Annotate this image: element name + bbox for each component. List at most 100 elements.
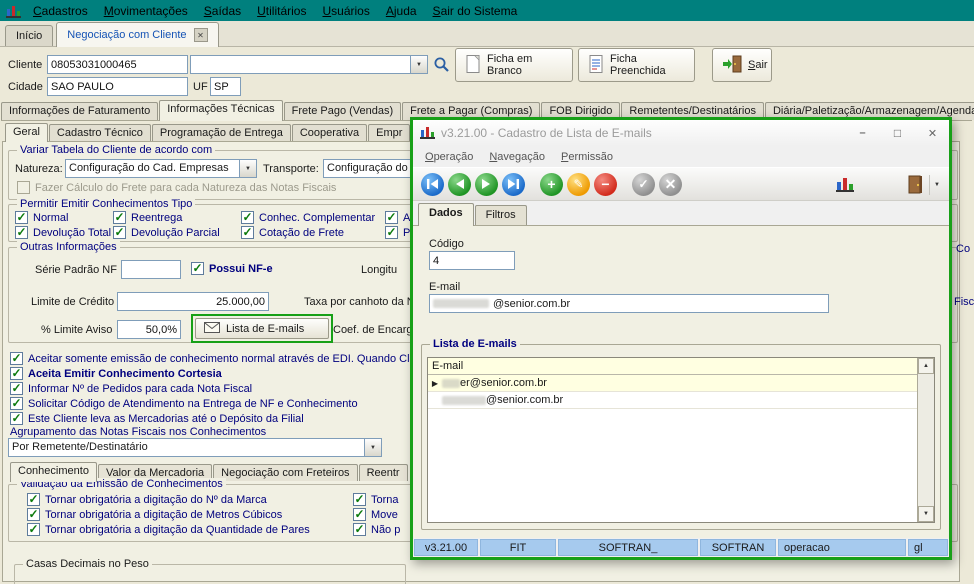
- post-record-icon[interactable]: [632, 173, 655, 196]
- tab-geral[interactable]: Geral: [5, 123, 48, 142]
- ficha-em-branco-button[interactable]: Ficha em Branco: [455, 48, 573, 82]
- serie-padrao-input[interactable]: [121, 260, 181, 279]
- ficha-em-branco-label: Ficha em Branco: [487, 53, 563, 77]
- checkbox-normal[interactable]: Normal: [15, 211, 68, 224]
- menu-navegacao[interactable]: Navegação: [481, 149, 553, 165]
- email-input[interactable]: @senior.com.br: [429, 294, 829, 313]
- envelope-icon: [204, 322, 220, 336]
- tab-negociacao-cliente[interactable]: Negociação com Cliente: [56, 22, 218, 47]
- grid-row[interactable]: @senior.com.br: [428, 392, 917, 409]
- checkbox-devolucao-total[interactable]: Devolução Total: [15, 226, 111, 239]
- tab-negociacao-freteiros[interactable]: Negociação com Freteiros: [213, 464, 357, 481]
- ficha-preenchida-button[interactable]: Ficha Preenchida: [578, 48, 695, 82]
- tab-frete-pago[interactable]: Frete Pago (Vendas): [284, 102, 402, 120]
- menu-utilitarios[interactable]: Utilitários: [249, 1, 314, 21]
- menu-ajuda[interactable]: Ajuda: [378, 1, 425, 21]
- app-logo-icon: [3, 2, 23, 20]
- tab-programacao-entrega[interactable]: Programação de Entrega: [152, 124, 291, 141]
- search-icon[interactable]: [433, 56, 450, 76]
- nav-prior-icon[interactable]: [448, 173, 471, 196]
- tab-conhecimento[interactable]: Conhecimento: [10, 462, 97, 482]
- tab-cooperativa[interactable]: Cooperativa: [292, 124, 367, 141]
- close-tab-icon[interactable]: [194, 28, 208, 42]
- app-menubar: Cadastros Movimentações Saídas Utilitári…: [0, 0, 974, 21]
- menu-operacao[interactable]: Operação: [417, 149, 481, 165]
- checkbox-torna-fragment[interactable]: Torna: [353, 493, 399, 506]
- menu-movimentacoes[interactable]: Movimentações: [96, 1, 196, 21]
- exit-door-icon[interactable]: [907, 175, 923, 197]
- chart-icon[interactable]: [836, 176, 854, 195]
- close-icon[interactable]: [918, 122, 947, 144]
- checkbox-codigo-atendimento[interactable]: Solicitar Código de Atendimento na Entre…: [10, 397, 358, 410]
- checkbox-num-marca[interactable]: Tornar obrigatória a digitação do Nº da …: [27, 493, 267, 506]
- checkbox-label: Conhec. Complementar: [259, 212, 375, 224]
- checkbox-metros-cubicos[interactable]: Tornar obrigatória a digitação de Metros…: [27, 508, 282, 521]
- chevron-down-icon[interactable]: [239, 160, 256, 177]
- checkbox-box: [113, 226, 126, 239]
- checkbox-reentrega[interactable]: Reentrega: [113, 211, 182, 224]
- checkbox-conhec-complementar[interactable]: Conhec. Complementar: [241, 211, 375, 224]
- uf-input[interactable]: [210, 77, 241, 96]
- minimize-icon[interactable]: [848, 122, 877, 144]
- checkbox-devolucao-parcial[interactable]: Devolução Parcial: [113, 226, 220, 239]
- grid-row[interactable]: er@senior.com.br: [428, 375, 917, 392]
- grid-header-email[interactable]: E-mail: [428, 358, 917, 375]
- chevron-down-icon[interactable]: [410, 56, 427, 73]
- checkbox-nao-p-fragment[interactable]: Não p: [353, 523, 400, 536]
- checkbox-move-fragment[interactable]: Move: [353, 508, 398, 521]
- nav-next-icon[interactable]: [475, 173, 498, 196]
- checkbox-cotacao-frete[interactable]: Cotação de Frete: [241, 226, 344, 239]
- tab-dados[interactable]: Dados: [418, 203, 474, 226]
- dialog-titlebar[interactable]: v3.21.00 - Cadastro de Lista de E-mails: [413, 120, 949, 146]
- checkbox-frete-natureza[interactable]: Fazer Cálculo do Frete para cada Naturez…: [17, 181, 336, 194]
- checkbox-num-pedidos[interactable]: Informar Nº de Pedidos para cada Nota Fi…: [10, 382, 252, 395]
- tab-cadastro-tecnico[interactable]: Cadastro Técnico: [49, 124, 151, 141]
- tab-informacoes-faturamento[interactable]: Informações de Faturamento: [1, 102, 158, 120]
- natureza-combo[interactable]: Configuração do Cad. Empresas: [65, 159, 257, 178]
- checkbox-label: Torna: [371, 494, 399, 506]
- ficha-preenchida-label: Ficha Preenchida: [610, 53, 685, 77]
- nav-last-icon[interactable]: [502, 173, 525, 196]
- menu-cadastros[interactable]: Cadastros: [25, 1, 96, 21]
- tab-filtros[interactable]: Filtros: [475, 205, 527, 225]
- scroll-down-icon[interactable]: [918, 506, 934, 522]
- delete-record-icon[interactable]: [594, 173, 617, 196]
- checkbox-edi-normal[interactable]: Aceitar somente emissão de conhecimento …: [10, 352, 424, 365]
- tab-inicio[interactable]: Início: [5, 25, 53, 46]
- limite-aviso-input[interactable]: [117, 320, 181, 339]
- chevron-down-icon[interactable]: [364, 439, 381, 456]
- emails-grid: E-mail er@senior.com.br @senior.com.br: [427, 357, 935, 523]
- tab-reentrega[interactable]: Reentr: [359, 464, 408, 481]
- menu-sair-sistema[interactable]: Sair do Sistema: [425, 1, 526, 21]
- right-edge-fragment-fisc: Fisc: [954, 296, 974, 308]
- agrupamento-combo[interactable]: Por Remetente/Destinatário: [8, 438, 382, 457]
- sair-button[interactable]: Sair: [712, 48, 772, 82]
- cliente-code-input[interactable]: [47, 55, 188, 74]
- scroll-up-icon[interactable]: [918, 358, 934, 374]
- cliente-combo[interactable]: [190, 55, 428, 74]
- checkbox-deposito-filial[interactable]: Este Cliente leva as Mercadorias até o D…: [10, 412, 304, 425]
- tab-empresas[interactable]: Empr: [368, 124, 410, 141]
- checkbox-quantidade-pares[interactable]: Tornar obrigatória a digitação da Quanti…: [27, 523, 310, 536]
- dialog-app-icon: [420, 125, 435, 142]
- checkbox-possui-nfe[interactable]: Possui NF-e: [191, 262, 273, 275]
- grid-scrollbar[interactable]: [917, 358, 934, 522]
- menu-permissao[interactable]: Permissão: [553, 149, 621, 165]
- status-version: v3.21.00: [414, 539, 478, 556]
- toolbar-dropdown-icon[interactable]: [929, 175, 944, 195]
- lista-emails-button[interactable]: Lista de E-mails: [195, 318, 329, 339]
- codigo-input[interactable]: [429, 251, 515, 270]
- menu-saidas[interactable]: Saídas: [196, 1, 249, 21]
- emails-grid-body: E-mail er@senior.com.br @senior.com.br: [428, 358, 917, 522]
- maximize-icon[interactable]: [883, 122, 912, 144]
- insert-record-icon[interactable]: [540, 173, 563, 196]
- nav-first-icon[interactable]: [421, 173, 444, 196]
- edit-record-icon[interactable]: [567, 173, 590, 196]
- tab-informacoes-tecnicas[interactable]: Informações Técnicas: [159, 100, 282, 121]
- group-casas-decimais: Casas Decimais no Peso: [14, 564, 406, 584]
- cidade-input[interactable]: [47, 77, 188, 96]
- menu-usuarios[interactable]: Usuários: [314, 1, 377, 21]
- cancel-record-icon[interactable]: [659, 173, 682, 196]
- limite-credito-input[interactable]: [117, 292, 269, 311]
- checkbox-cortesia[interactable]: Aceita Emitir Conhecimento Cortesia: [10, 367, 222, 380]
